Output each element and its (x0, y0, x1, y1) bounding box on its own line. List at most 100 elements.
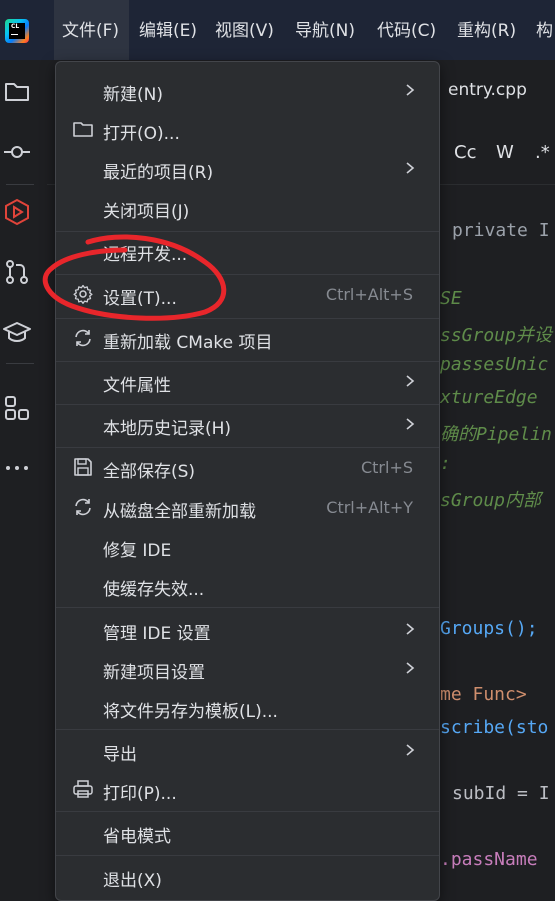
menu-separator (56, 318, 439, 319)
menu-item-label: 导出 (103, 745, 137, 765)
chevron-right-icon (406, 162, 415, 174)
menu-item-close-project[interactable]: 关闭项目(J) (56, 189, 439, 225)
menu-item-label: 使缓存失效... (103, 580, 205, 600)
save-icon (74, 458, 92, 476)
code-line[interactable]: xtureEdge (440, 387, 538, 408)
code-line[interactable]: Groups(); (440, 618, 538, 639)
logo-text: CL (11, 23, 20, 30)
menu-item-label: 打印(P)... (103, 784, 177, 804)
sidebar-divider (6, 363, 34, 364)
regex-toggle[interactable]: .* (535, 142, 550, 163)
shortcut-label: Ctrl+Alt+Y (326, 498, 413, 517)
reload-icon (75, 329, 91, 347)
tool-window-sidebar (0, 60, 48, 892)
code-line[interactable]: sGroup内部 (440, 490, 541, 511)
menu-item-remote-development[interactable]: 远程开发... (56, 232, 439, 268)
menu-item-new-project-setup[interactable]: 新建项目设置 (56, 650, 439, 686)
menu-navigate[interactable]: 导航(N) (295, 0, 355, 60)
menu-item-label: 重新加载 CMake 项目 (103, 333, 273, 353)
menu-item-export[interactable]: 导出 (56, 732, 439, 768)
menu-item-new[interactable]: 新建(N) (56, 72, 439, 108)
menu-item-label: 打开(O)... (103, 124, 180, 144)
file-menu-dropdown: 新建(N) 打开(O)... 最近的项目(R) 关闭项目(J) 远程开发... … (55, 61, 440, 901)
menu-item-save-all[interactable]: 全部保存(S) Ctrl+S (56, 449, 439, 485)
menu-item-label: 本地历史记录(H) (103, 419, 232, 439)
shortcut-label: Ctrl+S (360, 458, 413, 477)
menu-item-label: 设置(T)... (103, 289, 177, 309)
menu-separator (56, 607, 439, 608)
code-line[interactable]: ssGroup并设 (440, 325, 552, 346)
menu-item-settings[interactable]: 设置(T)... Ctrl+Alt+S (56, 276, 439, 312)
menu-item-file-properties[interactable]: 文件属性 (56, 363, 439, 399)
menu-item-invalidate-caches[interactable]: 使缓存失效... (56, 567, 439, 603)
menu-file[interactable]: 文件(F) (54, 0, 129, 60)
menu-item-label: 省电模式 (103, 827, 171, 847)
code-line[interactable]: passesUnic (440, 354, 548, 375)
code-line[interactable]: .passName (440, 849, 538, 870)
reload-icon (75, 498, 91, 516)
menu-item-manage-ide-settings[interactable]: 管理 IDE 设置 (56, 611, 439, 647)
menu-item-reload-all-from-disk[interactable]: 从磁盘全部重新加载 Ctrl+Alt+Y (56, 489, 439, 525)
menu-item-label: 关闭项目(J) (103, 202, 190, 222)
menu-item-label: 将文件另存为模板(L)... (103, 702, 278, 722)
chevron-right-icon (406, 375, 415, 387)
menu-item-label: 远程开发... (103, 245, 188, 265)
chevron-right-icon (406, 662, 415, 674)
whole-words-toggle[interactable]: W (496, 142, 514, 163)
run-target-icon[interactable] (3, 198, 31, 226)
menu-build[interactable]: 构 (536, 0, 553, 60)
menu-item-label: 从磁盘全部重新加载 (103, 502, 256, 522)
main-menubar: CL 文件(F) 编辑(E) 视图(V) 导航(N) 代码(C) 重构(R) 构 (0, 0, 555, 60)
print-icon (73, 780, 93, 798)
menu-separator (56, 729, 439, 730)
menu-item-open[interactable]: 打开(O)... (56, 111, 439, 147)
menu-item-power-save-mode[interactable]: 省电模式 (56, 814, 439, 850)
code-line[interactable]: scribe(sto (440, 717, 548, 738)
menu-separator (56, 361, 439, 362)
menu-item-label: 最近的项目(R) (103, 163, 214, 183)
learn-icon[interactable] (3, 318, 31, 346)
folder-icon (73, 122, 93, 137)
menu-item-repair-ide[interactable]: 修复 IDE (56, 528, 439, 564)
menu-item-local-history[interactable]: 本地历史记录(H) (56, 406, 439, 442)
chevron-right-icon (406, 744, 415, 756)
menu-item-label: 退出(X) (103, 871, 162, 891)
menu-item-exit[interactable]: 退出(X) (56, 858, 439, 894)
match-case-toggle[interactable]: Cc (454, 142, 476, 163)
menu-code[interactable]: 代码(C) (377, 0, 436, 60)
code-line[interactable]: 确的Pipelin (440, 424, 552, 445)
menu-item-reload-cmake[interactable]: 重新加载 CMake 项目 (56, 320, 439, 356)
pull-requests-icon[interactable] (3, 258, 31, 286)
plugins-icon[interactable] (3, 394, 31, 422)
more-icon[interactable] (3, 454, 31, 482)
menu-item-label: 新建项目设置 (103, 663, 205, 683)
menu-item-print[interactable]: 打印(P)... (56, 771, 439, 807)
chevron-right-icon (406, 84, 415, 96)
menu-item-label: 新建(N) (103, 85, 163, 105)
menu-item-save-file-as-template[interactable]: 将文件另存为模板(L)... (56, 689, 439, 725)
code-line[interactable]: private I (452, 220, 550, 241)
commit-icon[interactable] (3, 138, 31, 166)
menu-separator (56, 447, 439, 448)
gear-icon (73, 284, 93, 304)
code-line[interactable]: SE (440, 288, 462, 309)
code-line[interactable]: me Func> (440, 684, 527, 705)
menu-view[interactable]: 视图(V) (215, 0, 274, 60)
project-folder-icon[interactable] (3, 77, 31, 105)
sidebar-divider (6, 184, 34, 185)
chevron-right-icon (406, 418, 415, 430)
code-line[interactable]: subId = I (452, 783, 550, 804)
clion-logo-icon[interactable]: CL (5, 19, 29, 43)
menu-edit[interactable]: 编辑(E) (139, 0, 197, 60)
menu-item-recent-projects[interactable]: 最近的项目(R) (56, 150, 439, 186)
menu-item-label: 文件属性 (103, 376, 171, 396)
editor-tab-entry-cpp[interactable]: entry.cpp (448, 80, 527, 100)
menu-item-label: 管理 IDE 设置 (103, 624, 211, 644)
menu-separator (56, 811, 439, 812)
menu-separator (56, 274, 439, 275)
menu-item-label: 修复 IDE (103, 541, 172, 561)
code-line[interactable]: : (440, 453, 451, 474)
chevron-right-icon (406, 623, 415, 635)
menu-refactor[interactable]: 重构(R) (457, 0, 516, 60)
menu-item-label: 全部保存(S) (103, 462, 196, 482)
